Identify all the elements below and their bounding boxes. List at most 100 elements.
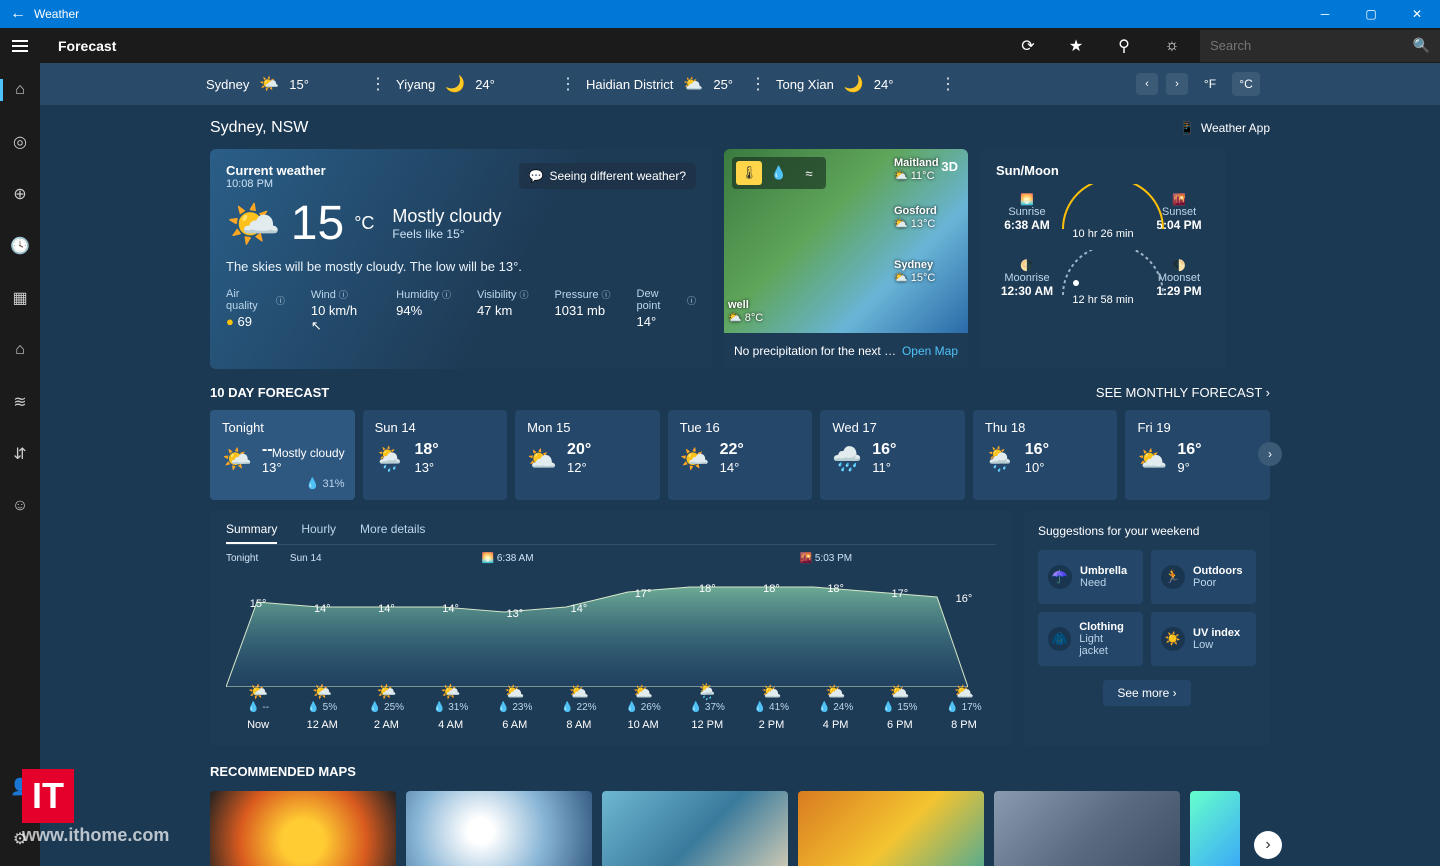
map-3d-toggle[interactable]: 3D bbox=[941, 159, 958, 174]
favorite-button[interactable]: ★ bbox=[1052, 28, 1100, 63]
weather-icon: 🌙 bbox=[445, 74, 465, 94]
suggestion-clothing[interactable]: 🧥ClothingLight jacket bbox=[1038, 612, 1143, 666]
more-icon[interactable]: ⋮ bbox=[370, 74, 386, 94]
maps-next-button[interactable]: › bbox=[1254, 831, 1282, 859]
map-thumb[interactable] bbox=[406, 791, 592, 866]
pin-button[interactable]: ⚲ bbox=[1100, 28, 1148, 63]
sidebar-item-hourly[interactable]: 🕓 bbox=[0, 229, 40, 263]
hourly-col: 🌤️💧 --Now bbox=[226, 682, 290, 731]
title-bar: ← Weather ─ ▢ ✕ bbox=[0, 0, 1440, 28]
search-box[interactable]: 🔍 bbox=[1200, 30, 1440, 62]
back-button[interactable]: ← bbox=[10, 5, 34, 23]
weather-app-link[interactable]: 📱 Weather App bbox=[1180, 121, 1270, 135]
monthly-forecast-link[interactable]: SEE MONTHLY FORECAST › bbox=[1096, 385, 1270, 400]
tab-summary[interactable]: Summary bbox=[226, 522, 277, 544]
more-icon[interactable]: ⋮ bbox=[940, 74, 956, 94]
unit-fahrenheit[interactable]: °F bbox=[1196, 72, 1224, 96]
suggestion-umbrella[interactable]: ☂️UmbrellaNeed bbox=[1038, 550, 1143, 604]
hourly-col: ⛅💧 22%8 AM bbox=[547, 682, 611, 731]
moonrise-icon: 🌗 bbox=[996, 259, 1058, 272]
favorite-city-1[interactable]: Yiyang 🌙 24° ⋮ bbox=[396, 63, 586, 105]
map-card: 🌡 💧 ≈ 3D Maitland⛅ 11°C Gosford⛅ 13°C Sydn… bbox=[724, 149, 968, 369]
map-thumb[interactable] bbox=[602, 791, 788, 866]
location-name: Sydney, NSW bbox=[210, 119, 308, 137]
suggestion-outdoors[interactable]: 🏃OutdoorsPoor bbox=[1151, 550, 1256, 604]
search-input[interactable] bbox=[1210, 38, 1413, 53]
sidebar-item-life[interactable]: ≋ bbox=[0, 385, 40, 419]
map-thumb[interactable] bbox=[994, 791, 1180, 866]
day-card[interactable]: Sun 14🌦️18°13° bbox=[363, 410, 508, 500]
day-card[interactable]: Tonight🌤️--13°Mostly cloudy💧 31% bbox=[210, 410, 355, 500]
suggestions-card: Suggestions for your weekend ☂️UmbrellaN… bbox=[1024, 510, 1270, 746]
maximize-button[interactable]: ▢ bbox=[1348, 0, 1394, 28]
phone-icon: 📱 bbox=[1180, 121, 1195, 135]
sidebar-item-historical[interactable]: ⇵ bbox=[0, 437, 40, 471]
sidebar-item-forecast[interactable]: ⌂ bbox=[0, 73, 40, 107]
weather-map[interactable]: 🌡 💧 ≈ 3D Maitland⛅ 11°C Gosford⛅ 13°C Sydn… bbox=[724, 149, 968, 333]
map-city[interactable]: Maitland⛅ 11°C bbox=[894, 157, 939, 182]
open-map-link[interactable]: Open Map bbox=[902, 344, 958, 358]
minimize-button[interactable]: ─ bbox=[1302, 0, 1348, 28]
map-city[interactable]: Sydney⛅ 15°C bbox=[894, 259, 935, 284]
current-temp: 15 bbox=[291, 196, 344, 251]
hourly-col: ⛅💧 17%8 PM bbox=[932, 682, 996, 731]
map-layer-temp[interactable]: 🌡 bbox=[736, 161, 762, 185]
header-bar: Forecast ⟳ ★ ⚲ ☼ 🔍 bbox=[0, 28, 1440, 63]
sidebar-item-account[interactable]: 👤 bbox=[0, 770, 40, 804]
map-layer-wind[interactable]: ≈ bbox=[796, 161, 822, 185]
sidebar: ⌂ ◎ ⊕ 🕓 ▦ ⌂ ≋ ⇵ ☺ 👤 ⚙ bbox=[0, 63, 40, 866]
tab-hourly[interactable]: Hourly bbox=[301, 522, 336, 544]
suggestion-uv-index[interactable]: ☀️UV indexLow bbox=[1151, 612, 1256, 666]
day-card[interactable]: Tue 16🌤️22°14° bbox=[668, 410, 813, 500]
days-next-button[interactable]: › bbox=[1258, 442, 1282, 466]
see-more-button[interactable]: See more › bbox=[1103, 680, 1190, 706]
hourly-col: ⛅💧 15%6 PM bbox=[868, 682, 932, 731]
map-city[interactable]: well⛅ 8°C bbox=[728, 299, 763, 324]
hourly-col: 🌦️💧 37%12 PM bbox=[675, 682, 739, 731]
close-button[interactable]: ✕ bbox=[1394, 0, 1440, 28]
weather-icon: 🌤️ bbox=[259, 74, 279, 94]
map-layer-precip[interactable]: 💧 bbox=[766, 161, 792, 185]
favorite-city-2[interactable]: Haidian District ⛅ 25° ⋮ bbox=[586, 63, 776, 105]
map-thumb[interactable] bbox=[210, 791, 396, 866]
day-card[interactable]: Mon 15⛅20°12° bbox=[515, 410, 660, 500]
fav-prev-button[interactable]: ‹ bbox=[1136, 73, 1158, 95]
stat-visibility: Visibility ⓘ47 km bbox=[477, 288, 529, 334]
day-card[interactable]: Fri 19⛅16°9° bbox=[1125, 410, 1270, 500]
map-thumb[interactable] bbox=[798, 791, 984, 866]
hourly-col: 🌤️💧 5%12 AM bbox=[290, 682, 354, 731]
tab-more-details[interactable]: More details bbox=[360, 522, 425, 544]
sidebar-item-favorites[interactable]: ☺ bbox=[0, 489, 40, 523]
sidebar-item-settings[interactable]: ⚙ bbox=[0, 822, 40, 856]
sidebar-item-maps[interactable]: ◎ bbox=[0, 125, 40, 159]
map-thumb[interactable] bbox=[1190, 791, 1240, 866]
feedback-button[interactable]: 💬 Seeing different weather? bbox=[519, 163, 697, 189]
stat-pressure: Pressure ⓘ1031 mb bbox=[555, 288, 611, 334]
fav-next-button[interactable]: › bbox=[1166, 73, 1188, 95]
refresh-button[interactable]: ⟳ bbox=[1004, 28, 1052, 63]
stat-dew-point: Dew point ⓘ14° bbox=[637, 288, 696, 334]
ten-day-title: 10 DAY FORECAST bbox=[210, 385, 329, 400]
search-icon[interactable]: 🔍 bbox=[1413, 37, 1430, 54]
hourly-col: ⛅💧 41%2 PM bbox=[739, 682, 803, 731]
unit-celsius[interactable]: °C bbox=[1232, 72, 1260, 96]
day-card[interactable]: Thu 18🌦️16°10° bbox=[973, 410, 1118, 500]
favorite-city-3[interactable]: Tong Xian 🌙 24° ⋮ bbox=[776, 63, 966, 105]
sun-icon: 🌅 bbox=[996, 193, 1058, 206]
sidebar-item-3d[interactable]: ⊕ bbox=[0, 177, 40, 211]
stat-humidity: Humidity ⓘ94% bbox=[396, 288, 451, 334]
menu-button[interactable] bbox=[0, 28, 40, 63]
stat-air-quality: Air quality ⓘ● 69 bbox=[226, 288, 285, 334]
hourly-chart: Tonight Sun 14 🌅 6:38 AM 🌇 5:03 PM bbox=[226, 551, 996, 731]
sunmoon-card: Sun/Moon 🌅 Sunrise 6:38 AM 10 hr 26 min bbox=[980, 149, 1226, 369]
more-icon[interactable]: ⋮ bbox=[560, 74, 576, 94]
sidebar-item-pollen[interactable]: ⌂ bbox=[0, 333, 40, 367]
theme-button[interactable]: ☼ bbox=[1148, 28, 1196, 63]
app-title: Weather bbox=[34, 7, 79, 21]
favorite-city-0[interactable]: Sydney 🌤️ 15° ⋮ bbox=[206, 63, 396, 105]
day-card[interactable]: Wed 17🌧️16°11° bbox=[820, 410, 965, 500]
map-city[interactable]: Gosford⛅ 13°C bbox=[894, 205, 937, 230]
map-precip-text: No precipitation for the next … bbox=[734, 344, 896, 358]
more-icon[interactable]: ⋮ bbox=[750, 74, 766, 94]
sidebar-item-monthly[interactable]: ▦ bbox=[0, 281, 40, 315]
